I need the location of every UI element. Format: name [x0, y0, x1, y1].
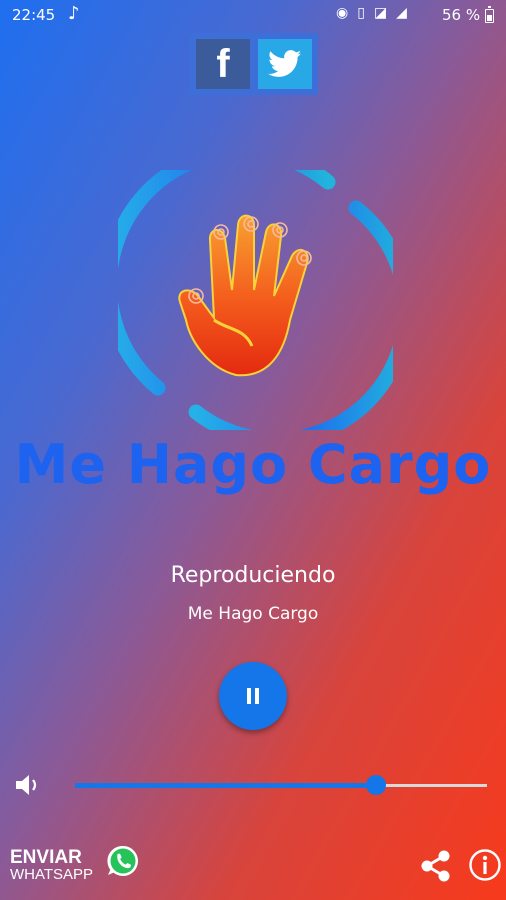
- status-bar: 22:45 ♪ ◉ ▯ ◪ ◢ 56 %: [0, 0, 506, 30]
- music-note-icon: ♪: [68, 3, 80, 24]
- pause-button[interactable]: [219, 662, 287, 730]
- signal-icon: ◢: [396, 5, 407, 21]
- whatsapp-icon: [107, 845, 139, 876]
- battery-percent: 56 %: [442, 6, 481, 24]
- station-name: Me Hago Cargo: [187, 604, 319, 624]
- brand-title: Me Hago Cargo: [14, 433, 492, 496]
- hotspot-icon: ◉: [336, 5, 349, 21]
- whatsapp-subtitle: WHATSAPP: [10, 866, 94, 883]
- whatsapp-button[interactable]: ENVIAR WHATSAPP: [10, 844, 142, 890]
- status-time: 22:45: [12, 6, 56, 24]
- volume-icon[interactable]: [14, 772, 42, 798]
- status-icons: ◉ ▯ ◪ ◢: [336, 5, 407, 21]
- volume-level: [75, 783, 376, 788]
- info-icon: [469, 849, 501, 881]
- pause-icon: [245, 688, 261, 704]
- playback-state: Reproduciendo: [170, 563, 336, 588]
- facebook-button[interactable]: f: [196, 39, 250, 89]
- social-buttons: f: [190, 33, 318, 95]
- share-button[interactable]: [418, 850, 452, 882]
- no-sim-icon: ◪: [373, 5, 388, 21]
- facebook-icon: f: [216, 41, 230, 86]
- battery-icon: [485, 6, 494, 23]
- hand-logo-icon: [118, 170, 393, 430]
- volume-thumb[interactable]: [365, 775, 386, 795]
- vibrate-icon: ▯: [357, 5, 365, 21]
- twitter-button[interactable]: [258, 39, 312, 89]
- twitter-icon: [268, 50, 302, 77]
- share-icon: [421, 850, 450, 882]
- info-button[interactable]: [468, 848, 502, 882]
